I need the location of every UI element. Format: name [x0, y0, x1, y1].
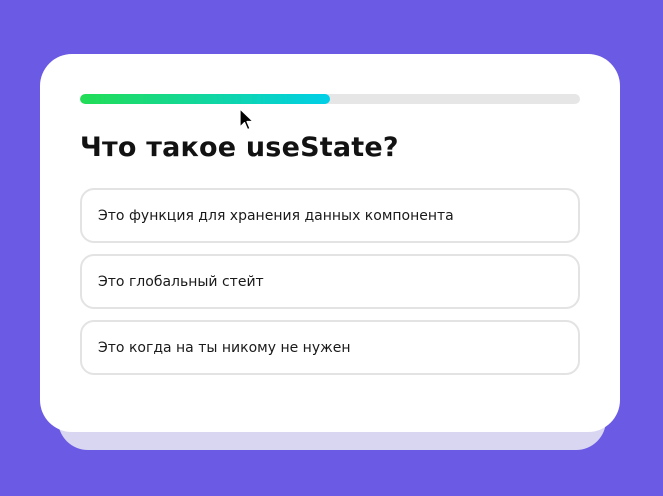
question-title: Что такое useState? [80, 132, 399, 163]
answer-list: Это функция для хранения данных компонен… [80, 188, 580, 386]
progress-bar-fill [80, 94, 330, 104]
progress-bar [80, 94, 580, 104]
answer-option[interactable]: Это глобальный стейт [80, 254, 580, 309]
answer-option[interactable]: Это когда на ты никому не нужен [80, 320, 580, 375]
answer-option[interactable]: Это функция для хранения данных компонен… [80, 188, 580, 243]
arrow-cursor-icon [239, 108, 254, 131]
quiz-card: Что такое useState? Это функция для хран… [40, 54, 620, 432]
